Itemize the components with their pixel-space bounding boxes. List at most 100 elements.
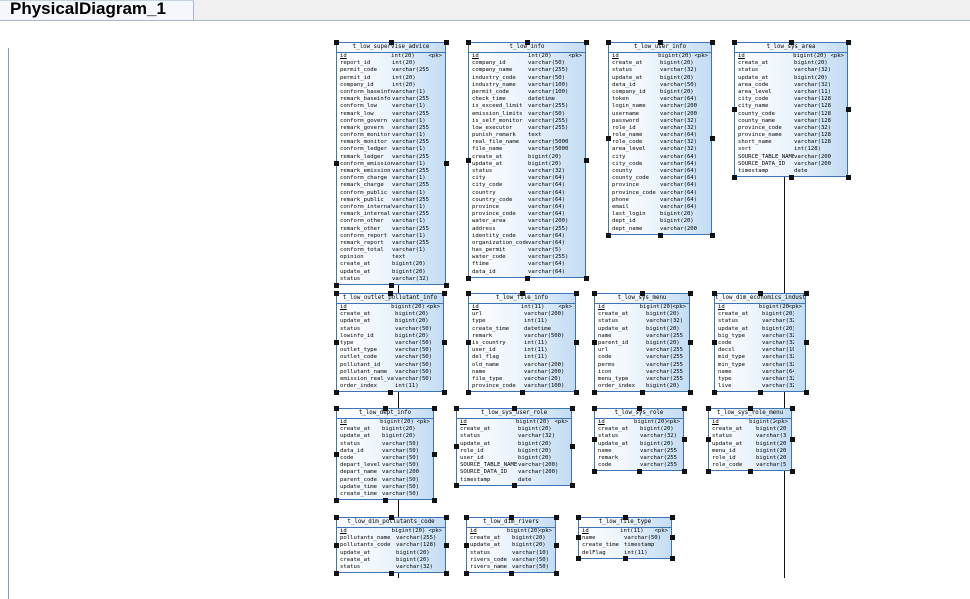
resize-handle[interactable] bbox=[639, 389, 645, 395]
table-t-low-dept-info[interactable]: t_low_dept_info id bigint(20) <pk> create_at… bbox=[336, 408, 434, 501]
resize-handle[interactable] bbox=[573, 389, 579, 395]
resize-handle[interactable] bbox=[757, 290, 763, 296]
resize-handle[interactable] bbox=[388, 570, 394, 576]
resize-handle[interactable] bbox=[463, 542, 469, 548]
resize-handle[interactable] bbox=[681, 468, 687, 474]
resize-handle[interactable] bbox=[705, 437, 711, 443]
resize-handle[interactable] bbox=[636, 468, 642, 474]
resize-handle[interactable] bbox=[465, 340, 471, 346]
resize-handle[interactable] bbox=[333, 570, 339, 576]
resize-handle[interactable] bbox=[669, 535, 675, 541]
resize-handle[interactable] bbox=[519, 290, 525, 296]
resize-handle[interactable] bbox=[622, 514, 628, 520]
table-t-low-sys-role-menu[interactable]: t_low_sys_role_menuidbigint(20)<pk>creat… bbox=[708, 408, 792, 472]
table-t-low-supervise-advice[interactable]: t_low_supervise_advice id int(20) <pk> repor… bbox=[336, 42, 446, 286]
resize-handle[interactable] bbox=[583, 157, 589, 163]
resize-handle[interactable] bbox=[747, 405, 753, 411]
table-t-low-user-info[interactable]: t_low_user_info id bigint(20) <pk> create_at… bbox=[608, 42, 712, 235]
resize-handle[interactable] bbox=[711, 290, 717, 296]
resize-handle[interactable] bbox=[657, 232, 663, 238]
resize-handle[interactable] bbox=[441, 340, 447, 346]
resize-handle[interactable] bbox=[519, 389, 525, 395]
resize-handle[interactable] bbox=[709, 136, 715, 141]
resize-handle[interactable] bbox=[731, 107, 737, 113]
resize-handle[interactable] bbox=[569, 444, 575, 450]
resize-handle[interactable] bbox=[388, 514, 394, 520]
resize-handle[interactable] bbox=[511, 405, 517, 411]
resize-handle[interactable] bbox=[575, 535, 581, 541]
resize-handle[interactable] bbox=[731, 174, 737, 180]
resize-handle[interactable] bbox=[508, 570, 514, 576]
resize-handle[interactable] bbox=[845, 39, 851, 45]
resize-handle[interactable] bbox=[333, 497, 339, 503]
resize-handle[interactable] bbox=[465, 157, 471, 163]
table-t-low-dim-pollutants-code[interactable]: t_low_dim_pollutants_code id bigint(20) <pk… bbox=[336, 517, 446, 574]
resize-handle[interactable] bbox=[569, 405, 575, 411]
resize-handle[interactable] bbox=[387, 290, 393, 296]
resize-handle[interactable] bbox=[803, 290, 809, 296]
resize-handle[interactable] bbox=[657, 39, 663, 45]
resize-handle[interactable] bbox=[453, 483, 459, 489]
resize-handle[interactable] bbox=[463, 514, 469, 520]
resize-handle[interactable] bbox=[333, 340, 339, 346]
resize-handle[interactable] bbox=[636, 405, 642, 411]
resize-handle[interactable] bbox=[687, 340, 693, 346]
diagram-canvas[interactable]: t_low_supervise_advice id int(20) <pk> repor… bbox=[0, 21, 970, 599]
resize-handle[interactable] bbox=[845, 174, 851, 180]
table-t-low-sys-area[interactable]: t_low_sys_area id bigint(20) <pk> create_at b… bbox=[734, 42, 848, 178]
resize-handle[interactable] bbox=[591, 405, 597, 411]
table-t-low-file-info[interactable]: t_low_file_info id int(11) <pk> url varchar(2… bbox=[468, 293, 576, 393]
resize-handle[interactable] bbox=[788, 39, 794, 45]
table-t-low-dim-rivers[interactable]: t_low_dim_rivers id bigint(20) <pk> create_a… bbox=[466, 517, 556, 574]
resize-handle[interactable] bbox=[511, 483, 517, 489]
table-t-low-sys-menu[interactable]: t_low_sys_menu id bigint(20) <pk> create_at b… bbox=[594, 293, 690, 393]
resize-handle[interactable] bbox=[333, 542, 339, 548]
resize-handle[interactable] bbox=[711, 340, 717, 346]
resize-handle[interactable] bbox=[591, 290, 597, 296]
table-t-low-file-type[interactable]: t_low_file_type id int(11) <pk> name varchar(… bbox=[578, 517, 672, 559]
resize-handle[interactable] bbox=[388, 282, 394, 288]
resize-handle[interactable] bbox=[788, 174, 794, 180]
resize-handle[interactable] bbox=[573, 290, 579, 296]
resize-handle[interactable] bbox=[463, 570, 469, 576]
resize-handle[interactable] bbox=[789, 437, 795, 443]
resize-handle[interactable] bbox=[747, 468, 753, 474]
resize-handle[interactable] bbox=[845, 107, 851, 113]
resize-handle[interactable] bbox=[591, 468, 597, 474]
resize-handle[interactable] bbox=[333, 389, 339, 395]
resize-handle[interactable] bbox=[465, 389, 471, 395]
resize-handle[interactable] bbox=[441, 389, 447, 395]
resize-handle[interactable] bbox=[705, 468, 711, 474]
resize-handle[interactable] bbox=[443, 514, 449, 520]
resize-handle[interactable] bbox=[333, 161, 339, 167]
resize-handle[interactable] bbox=[681, 437, 687, 443]
resize-handle[interactable] bbox=[333, 514, 339, 520]
resize-handle[interactable] bbox=[709, 39, 715, 45]
resize-handle[interactable] bbox=[333, 451, 339, 457]
resize-handle[interactable] bbox=[569, 483, 575, 489]
resize-handle[interactable] bbox=[431, 405, 437, 411]
resize-handle[interactable] bbox=[553, 542, 559, 548]
resize-handle[interactable] bbox=[583, 39, 589, 45]
resize-handle[interactable] bbox=[453, 444, 459, 450]
resize-handle[interactable] bbox=[803, 340, 809, 346]
resize-handle[interactable] bbox=[803, 389, 809, 395]
resize-handle[interactable] bbox=[431, 497, 437, 503]
resize-handle[interactable] bbox=[443, 570, 449, 576]
resize-handle[interactable] bbox=[573, 340, 579, 346]
resize-handle[interactable] bbox=[687, 290, 693, 296]
resize-handle[interactable] bbox=[669, 556, 675, 562]
resize-handle[interactable] bbox=[575, 556, 581, 562]
resize-handle[interactable] bbox=[443, 39, 449, 45]
resize-handle[interactable] bbox=[382, 405, 388, 411]
resize-handle[interactable] bbox=[622, 556, 628, 562]
resize-handle[interactable] bbox=[789, 468, 795, 474]
resize-handle[interactable] bbox=[524, 275, 530, 281]
table-t-low-sys-role[interactable]: t_low_sys_role id bigint(20) <pk> create_at b… bbox=[594, 408, 684, 472]
resize-handle[interactable] bbox=[687, 389, 693, 395]
resize-handle[interactable] bbox=[465, 39, 471, 45]
resize-handle[interactable] bbox=[333, 39, 339, 45]
resize-handle[interactable] bbox=[431, 451, 437, 457]
resize-handle[interactable] bbox=[705, 405, 711, 411]
resize-handle[interactable] bbox=[789, 405, 795, 411]
